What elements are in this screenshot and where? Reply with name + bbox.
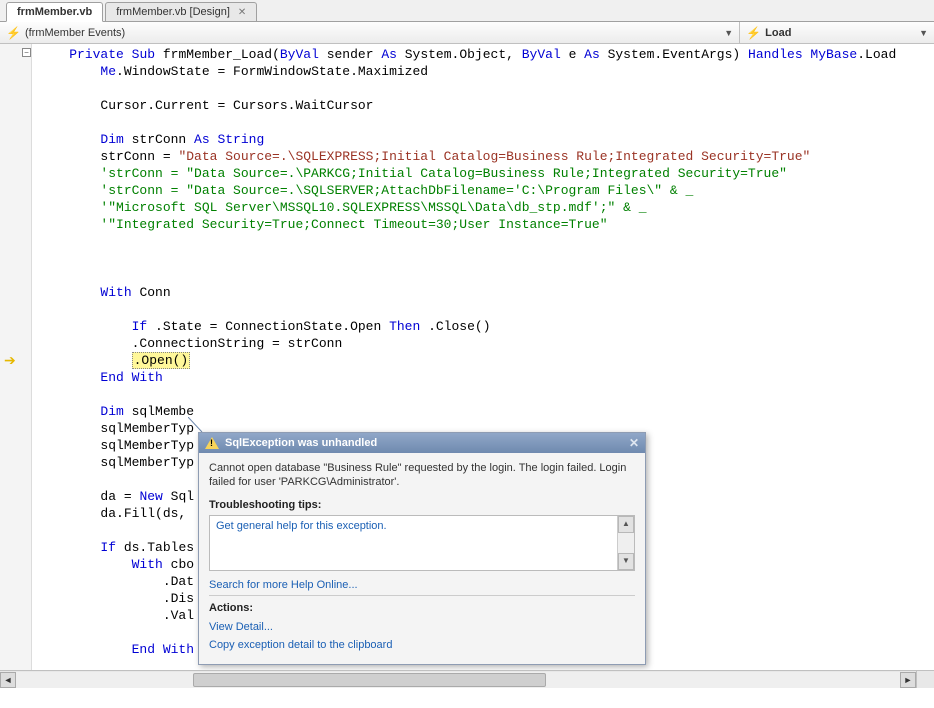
outline-collapse-toggle[interactable]: −: [22, 48, 31, 57]
tips-scrollbar[interactable]: ▲ ▼: [617, 516, 634, 570]
exception-popup-title-bar: SqlException was unhandled ✕: [199, 433, 645, 453]
warning-icon: [205, 436, 219, 450]
current-statement-highlight: .Open(): [132, 352, 191, 369]
gutter: − ➔: [0, 44, 32, 688]
code-editor[interactable]: − ➔ Private Sub frmMember_Load(ByVal sen…: [0, 44, 934, 688]
view-detail-link[interactable]: View Detail...: [209, 621, 273, 633]
method-dropdown-value: Load: [765, 27, 791, 39]
class-dropdown[interactable]: ⚡ (frmMember Events) ▼: [0, 22, 740, 43]
tab-label: frmMember.vb [Design]: [116, 6, 230, 18]
exception-popup-body: Cannot open database "Business Rule" req…: [199, 453, 645, 664]
scroll-up-button[interactable]: ▲: [618, 516, 634, 533]
close-icon[interactable]: ✕: [629, 436, 639, 450]
horizontal-scrollbar[interactable]: ◄ ►: [0, 670, 916, 688]
scroll-track[interactable]: [16, 672, 900, 688]
chevron-down-icon: ▼: [724, 28, 733, 38]
exception-popup: SqlException was unhandled ✕ Cannot open…: [198, 432, 646, 665]
actions-label: Actions:: [209, 595, 635, 614]
lightning-icon: ⚡: [746, 26, 761, 40]
tips-listbox: Get general help for this exception. ▲ ▼: [209, 515, 635, 571]
current-line-arrow-icon: ➔: [4, 352, 16, 369]
copy-exception-link[interactable]: Copy exception detail to the clipboard: [209, 639, 392, 651]
exception-title: SqlException was unhandled: [225, 437, 377, 449]
scroll-thumb[interactable]: [193, 673, 547, 687]
search-help-online-link[interactable]: Search for more Help Online...: [209, 579, 358, 591]
member-dropdown-bar: ⚡ (frmMember Events) ▼ ⚡ Load ▼: [0, 22, 934, 44]
troubleshooting-tips-label: Troubleshooting tips:: [209, 499, 635, 511]
method-dropdown[interactable]: ⚡ Load ▼: [740, 22, 934, 43]
close-icon[interactable]: ✕: [238, 7, 246, 18]
document-tabs: frmMember.vb frmMember.vb [Design] ✕: [0, 0, 934, 22]
class-dropdown-value: (frmMember Events): [25, 27, 125, 39]
tab-label: frmMember.vb: [17, 6, 92, 18]
scroll-down-button[interactable]: ▼: [618, 553, 634, 570]
scroll-right-button[interactable]: ►: [900, 672, 916, 688]
lightning-icon: ⚡: [6, 26, 21, 40]
scroll-left-button[interactable]: ◄: [0, 672, 16, 688]
tab-frmmember-vb[interactable]: frmMember.vb: [6, 2, 103, 22]
scroll-track[interactable]: [618, 533, 634, 553]
exception-message: Cannot open database "Business Rule" req…: [209, 461, 635, 489]
tip-general-help-link[interactable]: Get general help for this exception.: [216, 520, 387, 532]
scroll-corner: [916, 670, 934, 688]
chevron-down-icon: ▼: [919, 28, 928, 38]
tab-frmmember-design[interactable]: frmMember.vb [Design] ✕: [105, 2, 257, 21]
